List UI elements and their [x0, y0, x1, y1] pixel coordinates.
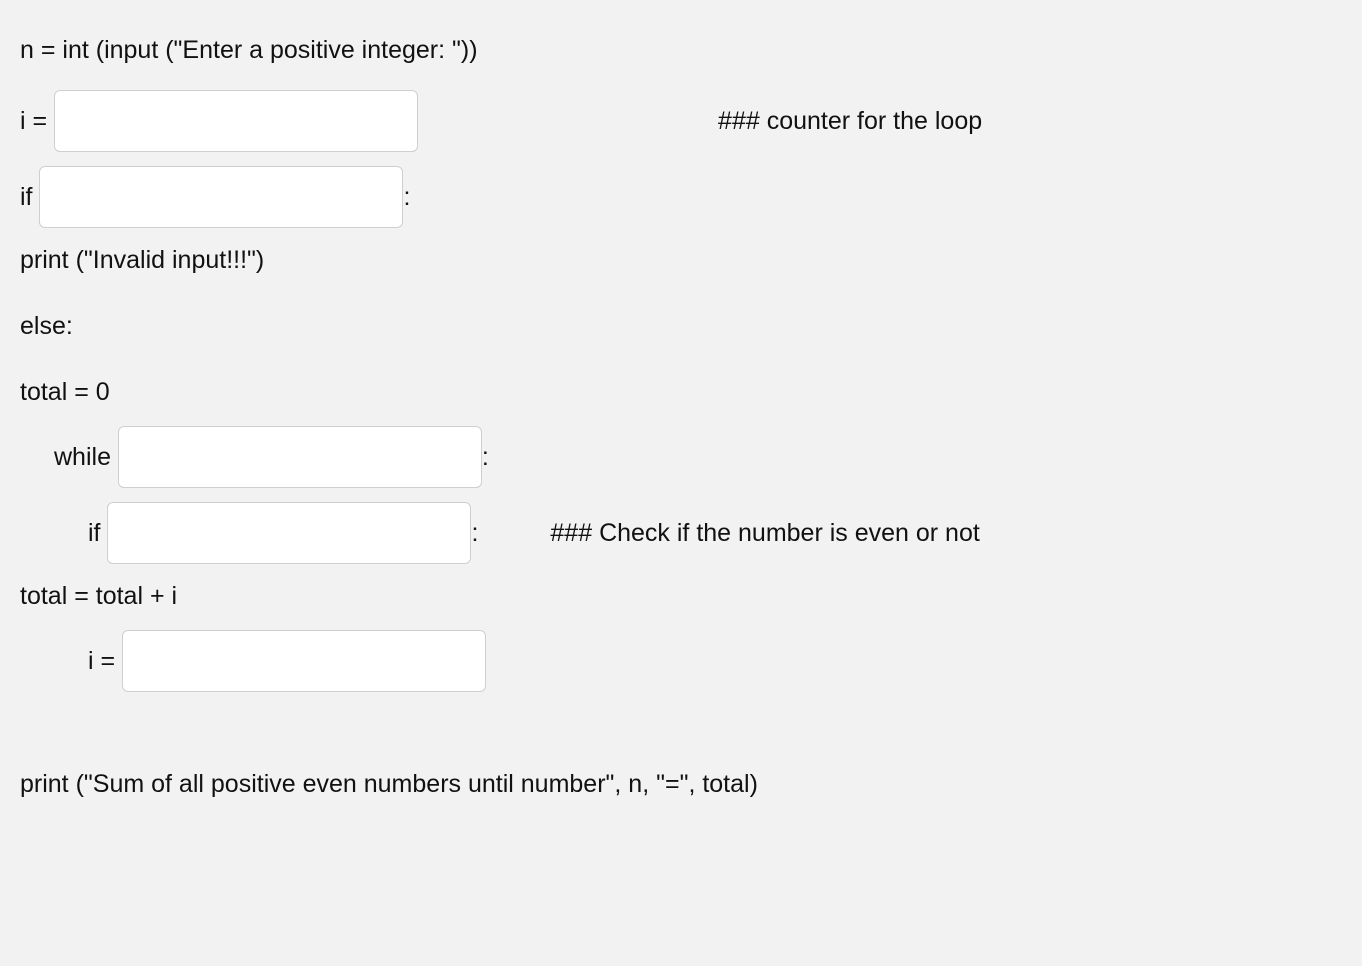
blank-if-even[interactable]: [107, 502, 471, 564]
blank-i-init[interactable]: [54, 90, 418, 152]
code-print-final: print ("Sum of all positive even numbers…: [20, 769, 758, 799]
blank-i-increment[interactable]: [122, 630, 486, 692]
code-else: else:: [20, 311, 73, 341]
code-line-input: n = int (input ("Enter a positive intege…: [20, 35, 478, 65]
code-colon-3: :: [471, 518, 478, 548]
comment-counter: ### counter for the loop: [718, 106, 982, 136]
code-total-accum: total = total + i: [20, 581, 177, 611]
blank-if-condition[interactable]: [39, 166, 403, 228]
comment-even: ### Check if the number is even or not: [550, 518, 979, 548]
code-total-init: total = 0: [20, 377, 110, 407]
code-i2-equals: i =: [88, 646, 122, 676]
code-if2-keyword: if: [88, 518, 107, 548]
blank-while-condition[interactable]: [118, 426, 482, 488]
code-if-keyword: if: [20, 182, 39, 212]
code-print-invalid: print ("Invalid input!!!"): [20, 245, 264, 275]
code-i-equals: i =: [20, 106, 54, 136]
code-colon-2: :: [482, 442, 489, 472]
code-colon-1: :: [403, 182, 410, 212]
code-while-keyword: while: [54, 442, 118, 472]
